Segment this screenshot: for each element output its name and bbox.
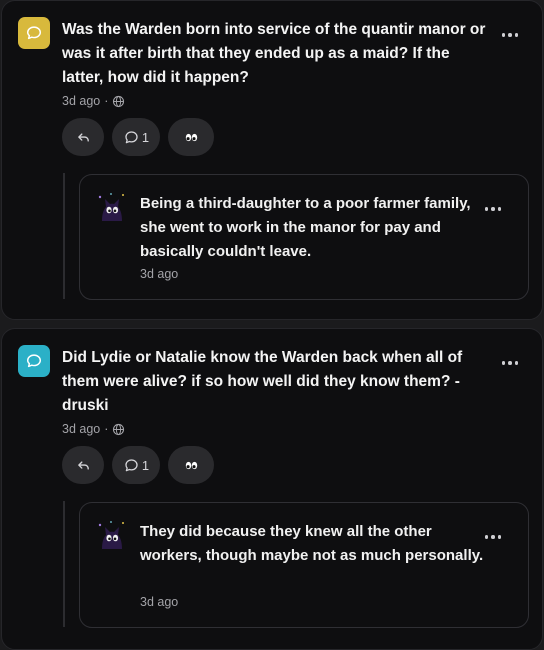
reply-text: They did because they knew all the other… <box>140 523 484 564</box>
question-meta: 3d ago · <box>62 422 125 436</box>
question-meta: 3d ago · <box>62 94 125 108</box>
comment-count: 1 <box>141 457 150 473</box>
chat-bubble-icon <box>26 26 42 40</box>
question-text: Did Lydie or Natalie know the Warden bac… <box>62 349 463 414</box>
question-card: Was the Warden born into service of the … <box>1 0 543 320</box>
reply-timestamp: 3d ago <box>140 267 179 281</box>
comment-button[interactable]: 1 <box>112 446 160 484</box>
eyes-icon <box>185 133 197 141</box>
question-avatar <box>18 17 50 49</box>
thread-line <box>63 173 65 299</box>
globe-icon <box>113 423 125 435</box>
reply-card: They did because they knew all the other… <box>79 502 529 628</box>
reply-more-button[interactable] <box>481 199 505 219</box>
reply-button[interactable] <box>62 118 104 156</box>
comment-button[interactable]: 1 <box>112 118 160 156</box>
reply-timestamp: 3d ago <box>140 595 179 609</box>
globe-icon <box>113 95 125 107</box>
responder-avatar <box>98 193 124 221</box>
question-timestamp: 3d ago <box>62 94 101 108</box>
meta-separator: · <box>104 94 109 108</box>
chat-bubble-icon <box>26 354 42 368</box>
reply-text: Being a third-daughter to a poor farmer … <box>140 195 471 260</box>
question-more-button[interactable] <box>498 353 522 373</box>
responder-avatar <box>98 521 124 549</box>
more-horizontal-icon <box>484 535 489 539</box>
more-horizontal-icon <box>484 207 489 211</box>
reply-card: Being a third-daughter to a poor farmer … <box>79 174 529 300</box>
reaction-button[interactable] <box>168 118 214 156</box>
reply-more-button[interactable] <box>481 527 505 547</box>
more-horizontal-icon <box>501 361 506 365</box>
meta-separator: · <box>104 422 109 436</box>
comment-bubble-icon <box>125 458 138 471</box>
reply-button[interactable] <box>62 446 104 484</box>
question-timestamp: 3d ago <box>62 422 101 436</box>
question-more-button[interactable] <box>498 25 522 45</box>
more-horizontal-icon <box>501 33 506 37</box>
reaction-button[interactable] <box>168 446 214 484</box>
reply-arrow-icon <box>77 460 89 470</box>
question-card: Did Lydie or Natalie know the Warden bac… <box>1 328 543 650</box>
eyes-icon <box>185 461 197 469</box>
reply-arrow-icon <box>77 132 89 142</box>
comment-count: 1 <box>141 129 150 145</box>
question-text: Was the Warden born into service of the … <box>62 21 486 86</box>
thread-line <box>63 501 65 627</box>
comment-bubble-icon <box>125 130 138 143</box>
question-avatar <box>18 345 50 377</box>
